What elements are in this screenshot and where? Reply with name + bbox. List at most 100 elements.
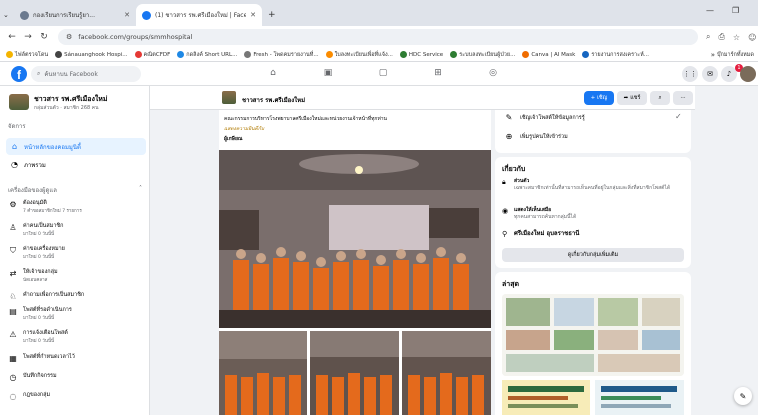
sidebar-item-community-home[interactable]: ⌂ หน้าหลักของคอมมูนิตี้ xyxy=(6,138,146,155)
close-icon[interactable]: ✕ xyxy=(250,11,256,19)
schedule-icon: ▦ xyxy=(9,354,17,363)
about-more-button[interactable]: ดูเกี่ยวกับกลุ่มเพิ่มเติม xyxy=(502,248,684,262)
group-title-bar: ชาวสาร รพ.ศรีเมืองใหม่ + เชิญ ➦ แชร์ ⌕ ··… xyxy=(150,86,695,110)
bookmark-item[interactable]: Fresh - โพดคมรายงานที่... xyxy=(244,51,319,59)
group-photo-image xyxy=(310,331,399,415)
overview-icon: ◔ xyxy=(11,160,18,169)
marketplace-nav-icon[interactable]: ▢ xyxy=(377,68,389,80)
group-name[interactable]: ชาวสาร รพ.ศรีเมืองใหม่ xyxy=(242,95,305,105)
more-button[interactable]: ··· xyxy=(673,91,693,105)
add-people-icon: ⊕ xyxy=(505,132,513,141)
post-photo[interactable] xyxy=(310,331,399,415)
close-icon[interactable]: ✕ xyxy=(124,11,130,19)
tool-item[interactable]: ♘ คำถามเพื่อการเป็นสมาชิก xyxy=(8,292,144,301)
post-text: ผู้เกษียณ xyxy=(224,136,243,142)
more-icon: ··· xyxy=(680,95,686,101)
forward-icon[interactable]: → xyxy=(20,32,36,42)
group-photo-image xyxy=(219,331,307,415)
search-input[interactable]: ⌕ ค้นหาบน Facebook xyxy=(31,66,141,82)
tool-item[interactable]: ▦ โพสต์ที่กำหนดเวลาไว้ xyxy=(8,354,144,363)
recent-collage-image xyxy=(502,294,684,376)
post-photo[interactable] xyxy=(402,331,491,415)
zoom-icon[interactable]: ⌕ xyxy=(706,32,710,42)
location-icon: ⚲ xyxy=(502,230,508,238)
gaming-nav-icon[interactable]: ◎ xyxy=(487,68,499,80)
menu-icon[interactable]: ⋮⋮ xyxy=(682,66,698,82)
facebook-logo[interactable]: f xyxy=(11,66,27,82)
tool-item[interactable]: ⇄ ให้เจ้าของกลุ่ม นัดเอนคลาส xyxy=(8,269,144,283)
site-info-icon[interactable]: ⚙ xyxy=(66,33,72,41)
post-photo[interactable] xyxy=(219,331,307,415)
tool-item[interactable]: ♙ ค่าคนเป็นสมาชิก มาใหม่ 0 วันนี้นี้ xyxy=(8,223,144,237)
group-thumbnail[interactable] xyxy=(222,91,236,104)
group-photo-image xyxy=(219,150,491,328)
about-title: เกี่ยวกับ xyxy=(502,165,526,173)
compose-message-button[interactable]: ✎ xyxy=(734,387,752,405)
all-bookmarks-button[interactable]: » บุ๊กมาร์กทั้งหมด xyxy=(711,51,758,59)
sidebar-item-overview[interactable]: ◔ ภาพรวม xyxy=(6,156,146,173)
tab-list-button[interactable]: ⌄ xyxy=(0,4,14,26)
bookmark-item[interactable]: ระบบลงทะเบียนผู้ป่วย... xyxy=(450,51,515,59)
bookmark-item[interactable]: HDC Service xyxy=(399,51,443,58)
alert-icon: ⚠ xyxy=(9,330,17,339)
recent-media-thumbnail[interactable] xyxy=(595,380,684,415)
tool-item[interactable]: ◷ บันทึกกิจกรรม xyxy=(8,373,144,382)
recent-media-thumbnail[interactable] xyxy=(502,380,590,415)
admin-tools-header[interactable]: เครื่องมือของผู้ดูแล ˄ xyxy=(8,185,142,195)
browser-tab[interactable]: กองเรียนการเรียนรู้ยา... ✕ xyxy=(14,4,136,26)
tool-item[interactable]: ▤ โพสต์ที่รอดำเนินการ มาใหม่ 0 วันนี้นี้ xyxy=(8,307,144,321)
url-field[interactable]: ⚙ facebook.com/groups/smmhospital xyxy=(58,29,698,45)
search-icon: ⌕ xyxy=(37,70,41,77)
minimize-icon[interactable]: — xyxy=(706,6,714,15)
bookmark-item[interactable]: Sánauanghook Hospi... xyxy=(55,51,128,58)
avatar[interactable] xyxy=(740,66,756,82)
messenger-icon[interactable]: ✉ xyxy=(702,66,718,82)
tool-item[interactable]: ⛉ ค่าขอเครื่องหมาย มาใหม่ 0 วันนี้นี้ xyxy=(8,246,144,260)
facebook-icon xyxy=(142,10,151,20)
tool-item[interactable]: ⚙ ต้องอนุมัติ 7 คำขอสมาชิกใหม่ 7 รายการ xyxy=(8,200,144,214)
install-icon[interactable]: ⎙ xyxy=(718,32,724,42)
address-bar-row: ← → ↻ ⚙ facebook.com/groups/smmhospital … xyxy=(0,26,758,48)
bookmark-item[interactable]: ใบลงทะเบียนเพื่อที่แจ้ง... xyxy=(325,51,393,59)
new-tab-button[interactable]: + xyxy=(262,4,280,26)
recent-poster-image xyxy=(595,380,684,415)
profile-icon[interactable]: ☺ xyxy=(748,33,756,42)
tool-item[interactable]: ⚠ การแจ้งเตือนโพสต์ มาใหม่ 0 วันนี้นี้ xyxy=(8,330,144,344)
reload-icon[interactable]: ↻ xyxy=(36,32,52,42)
invite-tip-row[interactable]: ✎ เชิญเจ้าโพสต์ให้ข้อมูลการรู้ xyxy=(504,113,585,122)
rules-icon: ◌ xyxy=(9,392,17,401)
post-photo[interactable] xyxy=(219,150,491,328)
home-icon: ⌂ xyxy=(11,142,18,151)
back-icon[interactable]: ← xyxy=(4,32,20,42)
url-text: facebook.com/groups/smmhospital xyxy=(78,33,193,41)
bookmark-item[interactable]: ไฟล์ตรวจโดน xyxy=(6,51,48,59)
video-nav-icon[interactable]: ▣ xyxy=(322,68,334,80)
check-icon: ✓ xyxy=(675,112,682,121)
invite-button[interactable]: + เชิญ xyxy=(584,91,614,105)
recent-media-thumbnail[interactable] xyxy=(502,294,684,376)
about-visible-row: ◉ แสดงให้เห็นเสมือ ทุกคนสามารถค้นหากลุ่มน… xyxy=(502,207,577,220)
browser-tab-active[interactable]: (1) ชาวสาร รพ.ศรีเมืองใหม่ | Faceb... ✕ xyxy=(136,4,262,26)
share-button[interactable]: ➦ แชร์ xyxy=(617,91,647,105)
bookmark-item[interactable]: กดลิงค์ Short URL... xyxy=(177,51,237,59)
home-nav-icon[interactable]: ⌂ xyxy=(267,68,279,80)
post-text: คณะกรรมการบริหารโรงพยาบาลศรีเมืองใหม่และ… xyxy=(224,116,387,122)
search-group-button[interactable]: ⌕ xyxy=(650,91,670,105)
search-placeholder: ค้นหาบน Facebook xyxy=(44,71,98,78)
bookmark-item[interactable]: คณิตCFDF xyxy=(134,51,170,59)
add-people-row[interactable]: ⊕ เพิ่มรูปคนให้เข้าร่วม xyxy=(504,132,568,141)
group-thumbnail[interactable] xyxy=(9,94,29,110)
tool-item[interactable]: ◌ กฎของกลุ่ม xyxy=(8,392,144,401)
groups-nav-icon[interactable]: ⊞ xyxy=(432,68,444,80)
bookmark-item[interactable]: Canva | AI Mask xyxy=(522,51,575,58)
bookmark-item[interactable]: รายงานการสงเคราะห์... xyxy=(582,51,649,59)
maximize-icon[interactable]: ❐ xyxy=(732,6,739,15)
manage-label: จัดการ xyxy=(8,123,26,130)
browser-tab-strip: ⌄ กองเรียนการเรียนรู้ยา... ✕ (1) ชาวสาร … xyxy=(0,0,758,26)
lock-icon: 🔒︎ xyxy=(502,178,506,186)
star-icon[interactable]: ☆ xyxy=(733,33,740,42)
pending-icon: ▤ xyxy=(9,307,17,316)
tab-title: กองเรียนการเรียนรู้ยา... xyxy=(33,12,96,19)
about-location-row: ⚲ ศรีเมืองใหม่ อุบลราชธานี xyxy=(502,230,580,238)
about-private-row: 🔒︎ ส่วนตัว เฉพาะสมาชิกเท่านั้นที่สามารถเห… xyxy=(502,178,671,191)
